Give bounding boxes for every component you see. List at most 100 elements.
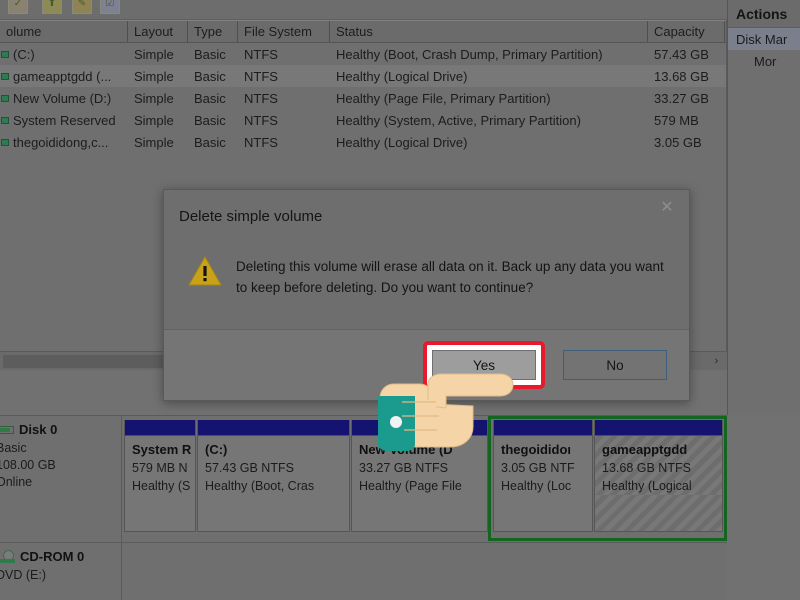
hard-disk-icon — [0, 425, 14, 434]
partition-block[interactable]: (C:) 57.43 GB NTFS Healthy (Boot, Cras — [197, 420, 350, 532]
volume-list-header: olume Layout Type File System Status Capacity — [0, 20, 726, 43]
export-icon[interactable]: ⬆ — [42, 0, 62, 14]
partition-block[interactable]: System R 579 MB N Healthy (S — [124, 420, 196, 532]
cell-status: Healthy (Boot, Crash Dump, Primary Parti… — [336, 46, 603, 62]
partition-status: Healthy (Boot, Cras — [205, 479, 315, 493]
partition-capacity: 57.43 GB NTFS — [205, 461, 294, 475]
cell-layout: Simple — [134, 112, 174, 128]
table-row[interactable]: thegoididong,c... Simple Basic NTFS Healthy … — [0, 131, 726, 153]
volume-name-cell: (C:) — [0, 47, 128, 62]
volume-icon — [1, 116, 9, 124]
column-header[interactable]: File System — [238, 21, 330, 42]
volume-name-label: (C:) — [13, 46, 35, 62]
actions-header: Actions — [728, 0, 800, 28]
disk-row: CD-ROM 0 DVD (E:) — [0, 543, 727, 600]
partition-strip — [122, 543, 727, 600]
pointing-hand-cursor — [372, 348, 522, 453]
volume-name-label: New Volume (D:) — [13, 90, 112, 106]
cell-status: Healthy (Logical Drive) — [336, 68, 468, 84]
column-header[interactable]: olume — [0, 21, 128, 42]
volume-icon — [1, 94, 9, 102]
disk-meta-line: Online — [0, 475, 33, 489]
cell-type: Basic — [194, 134, 226, 150]
table-row[interactable]: New Volume (D:) Simple Basic NTFS Healthy (P… — [0, 87, 726, 109]
cell-capacity: 33.27 GB — [654, 90, 709, 106]
partition-status: Healthy (Page File — [359, 479, 462, 493]
volume-icon — [1, 138, 9, 146]
close-icon[interactable]: ✕ — [645, 190, 689, 224]
cell-fs: NTFS — [244, 46, 278, 62]
actions-item-disk-management[interactable]: Disk Mar — [728, 28, 800, 50]
cell-capacity: 13.68 GB — [654, 68, 709, 84]
cell-fs: NTFS — [244, 90, 278, 106]
disk-label[interactable]: Disk 0 Basic 108.00 GB Online — [0, 416, 122, 542]
cell-layout: Simple — [134, 68, 174, 84]
refresh-icon-glyph: ✓ — [13, 0, 23, 9]
scroll-right-icon[interactable]: › — [708, 353, 725, 369]
help-icon-glyph: ☑ — [105, 0, 115, 9]
volume-name-label: System Reserved — [13, 112, 116, 128]
column-header[interactable]: Capacity — [648, 21, 725, 42]
volume-name-label: gameapptgdd (... — [13, 68, 112, 84]
actions-pane: Actions Disk Mar Mor — [727, 0, 800, 415]
partition-info: System R 579 MB N Healthy (S — [125, 436, 195, 495]
disk-name: CD-ROM 0 — [20, 549, 85, 564]
dialog-message: Deleting this volume will erase all data… — [236, 259, 664, 295]
volume-name-label: thegoididong,c... — [13, 134, 109, 150]
volume-name-cell: gameapptgdd (... — [0, 69, 128, 84]
cell-status: Healthy (System, Active, Primary Partiti… — [336, 112, 581, 128]
cell-type: Basic — [194, 90, 226, 106]
disk-label[interactable]: CD-ROM 0 DVD (E:) — [0, 543, 122, 600]
cdrom-icon — [0, 550, 15, 563]
cell-status: Healthy (Logical Drive) — [336, 134, 468, 150]
cell-type: Basic — [194, 112, 226, 128]
partition-color-bar — [125, 420, 195, 436]
cell-capacity: 3.05 GB — [654, 134, 702, 150]
table-row[interactable]: gameapptgdd (... Simple Basic NTFS Healthy (… — [0, 65, 726, 87]
cell-fs: NTFS — [244, 68, 278, 84]
partition-info: (C:) 57.43 GB NTFS Healthy (Boot, Cras — [198, 436, 349, 495]
disk-meta-line: 108.00 GB — [0, 458, 56, 472]
cell-fs: NTFS — [244, 112, 278, 128]
volume-name-cell: thegoididong,c... — [0, 135, 128, 150]
cell-capacity: 579 MB — [654, 112, 699, 128]
properties-icon[interactable]: ✎ — [72, 0, 92, 14]
partition-color-bar — [198, 420, 349, 436]
export-icon-glyph: ⬆ — [47, 0, 57, 9]
table-row[interactable]: (C:) Simple Basic NTFS Healthy (Boot, Crash … — [0, 43, 726, 65]
column-header[interactable]: Layout — [128, 21, 188, 42]
dialog-body: Deleting this volume will erase all data… — [164, 242, 689, 331]
column-header[interactable]: Type — [188, 21, 238, 42]
warning-triangle-icon — [188, 256, 222, 286]
volume-icon — [1, 50, 9, 58]
dialog-title: Delete simple volume — [179, 207, 323, 225]
disk-meta-line: Basic — [0, 441, 27, 455]
properties-icon-glyph: ✎ — [77, 0, 87, 9]
disk-map-pane: Disk 0 Basic 108.00 GB Online System R 579 MB… — [0, 415, 727, 600]
disk-name: Disk 0 — [19, 422, 58, 437]
column-header[interactable]: Status — [330, 21, 648, 42]
actions-item-more[interactable]: Mor — [728, 50, 800, 72]
volume-name-cell: System Reserved — [0, 113, 128, 128]
scrollbar-thumb[interactable] — [3, 355, 165, 368]
refresh-icon[interactable]: ✓ — [8, 0, 28, 14]
table-row[interactable]: System Reserved Simple Basic NTFS Healthy (S… — [0, 109, 726, 131]
cell-capacity: 57.43 GB — [654, 46, 709, 62]
cell-fs: NTFS — [244, 134, 278, 150]
help-icon[interactable]: ☑ — [100, 0, 120, 14]
partition-status: Healthy (S — [132, 479, 191, 493]
volume-list-rows: (C:) Simple Basic NTFS Healthy (Boot, Crash … — [0, 43, 726, 153]
volume-icon — [1, 72, 9, 80]
partition-name: System R — [132, 442, 192, 457]
cell-layout: Simple — [134, 46, 174, 62]
cell-status: Healthy (Page File, Primary Partition) — [336, 90, 551, 106]
cell-type: Basic — [194, 68, 226, 84]
partition-name: (C:) — [205, 442, 228, 457]
partition-capacity: 579 MB N — [132, 461, 188, 475]
no-button[interactable]: No — [563, 350, 667, 380]
cell-layout: Simple — [134, 134, 174, 150]
partition-capacity: 33.27 GB NTFS — [359, 461, 448, 475]
cell-type: Basic — [194, 46, 226, 62]
disk-row: Disk 0 Basic 108.00 GB Online System R 579 MB… — [0, 416, 727, 543]
disk-meta-line: DVD (E:) — [0, 568, 46, 582]
